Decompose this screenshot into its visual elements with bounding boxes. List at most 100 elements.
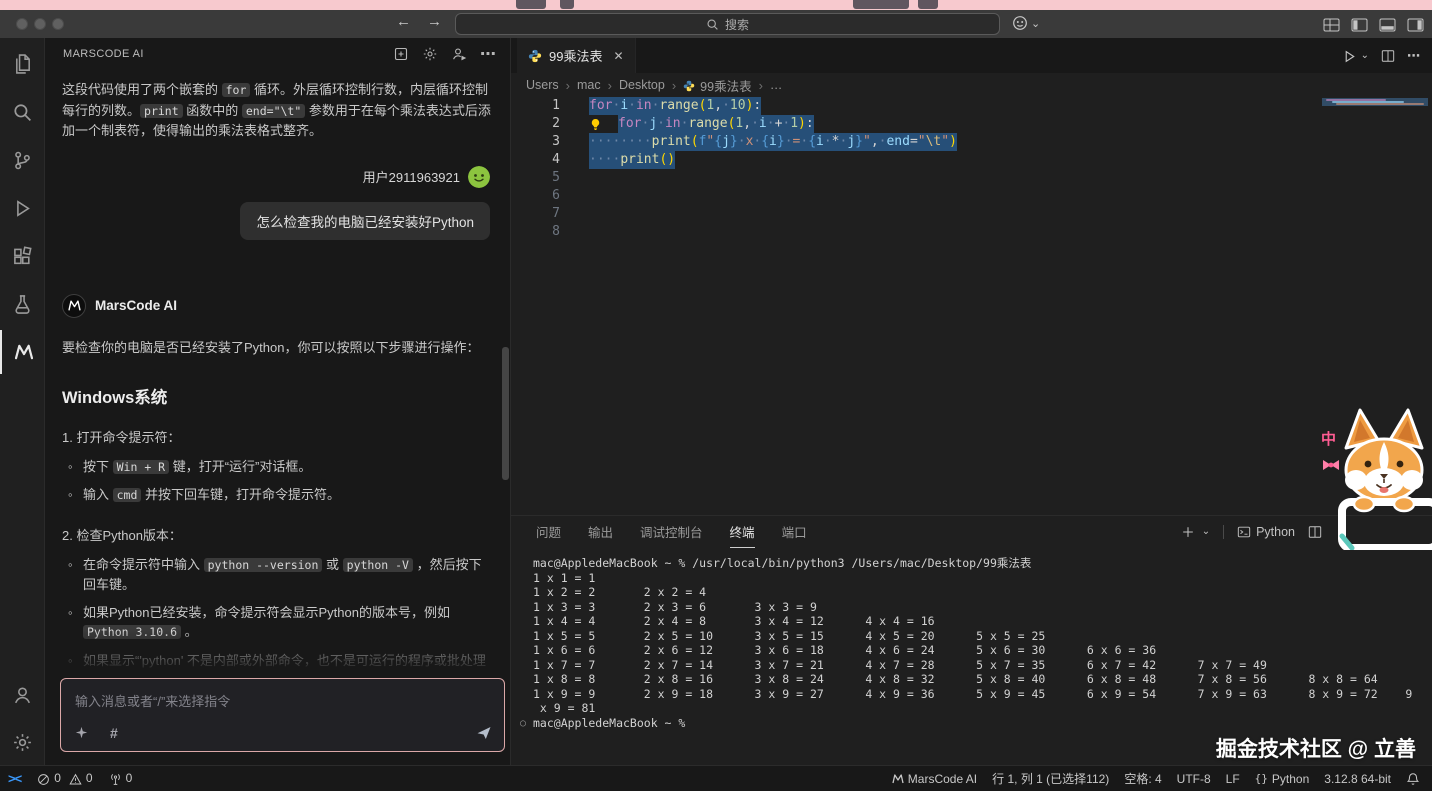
user-avatar [468,166,490,188]
breadcrumb-item[interactable]: … [770,78,783,92]
panel-tab-3[interactable]: 调试控制台 [640,516,703,548]
chat-input-box[interactable]: 输入消息或者“/”来选择指令 # [60,678,505,752]
encoding[interactable]: UTF-8 [1177,772,1211,786]
terminal-line: 1 x 6 = 6 2 x 6 = 12 3 x 6 = 18 4 x 6 = … [533,643,1432,658]
run-debug-icon[interactable] [0,186,45,230]
panel-tab-2[interactable]: 输出 [588,516,613,548]
send-icon[interactable] [476,724,492,742]
panel-tab-4[interactable]: 终端 [730,516,755,548]
activity-bar [0,38,45,765]
indentation[interactable]: 空格: 4 [1124,770,1161,787]
window-controls[interactable] [16,18,64,30]
code-line-6[interactable]: 6 [511,187,1432,205]
code-line-4[interactable]: 4····print() [511,151,1432,169]
code-line-5[interactable]: 5 [511,169,1432,187]
extensions-icon[interactable] [0,234,45,278]
cursor-position[interactable]: 行 1, 列 1 (已选择112) [992,770,1109,787]
run-dropdown-icon[interactable]: ⌄ [1361,50,1369,61]
panel-tab-1[interactable]: 问题 [536,516,561,548]
customize-layout-icon[interactable] [1323,16,1340,34]
breadcrumb-separator: › [759,78,763,93]
breadcrumb-item[interactable]: mac [577,78,601,92]
terminal-output[interactable]: mac@AppledeMacBook ~ % /usr/local/bin/py… [511,548,1432,730]
breadcrumb-separator: › [566,78,570,93]
tab-99乘法表[interactable]: 99乘法表 ✕ [517,38,636,73]
code-line-7[interactable]: 7 [511,205,1432,223]
ai-name: MarsCode AI [95,298,177,313]
minimize-window-icon[interactable] [34,18,46,30]
breadcrumb-item[interactable]: Desktop [619,78,665,92]
marscode-icon[interactable] [0,330,45,374]
user-message-bubble: 怎么检查我的电脑已经安装好Python [240,202,490,240]
new-terminal-icon[interactable] [1181,525,1195,540]
chevron-down-icon: ⌄ [1031,17,1040,30]
sidebar-scrollbar[interactable] [502,347,509,480]
code-line-3[interactable]: 3········print(f"{j}·x·{i}·=·{i·*·j}",·e… [511,133,1432,151]
heading-windows: Windows系统 [62,384,494,408]
terminal-line: 1 x 1 = 1 [533,571,1432,586]
context-hash-icon[interactable]: # [110,725,118,741]
settings-gear-icon[interactable] [0,720,45,764]
profile-menu[interactable]: ⌄ [1012,15,1040,31]
toggle-primary-sidebar-icon[interactable] [1351,16,1368,34]
explorer-icon[interactable] [0,42,45,86]
new-chat-icon[interactable] [393,45,409,63]
quick-command-icon[interactable] [75,724,88,742]
python-file-icon [683,78,695,92]
toggle-secondary-sidebar-icon[interactable] [1407,16,1424,34]
split-editor-icon[interactable] [1381,48,1395,64]
terminal-line: 1 x 8 = 8 2 x 8 = 16 3 x 8 = 24 4 x 8 = … [533,672,1432,687]
terminal-line: 1 x 2 = 2 2 x 2 = 4 [533,585,1432,600]
account-share-icon[interactable] [451,45,467,63]
marscode-sidebar: MARSCODE AI ⋯ 这段代码使用了两个嵌套的 for 循环。外层循环控制… [45,38,511,765]
zoom-window-icon[interactable] [52,18,64,30]
close-tab-icon[interactable]: ✕ [613,49,623,63]
panel-tab-5[interactable]: 端口 [782,516,807,548]
code-line-1[interactable]: 1for·i·in·range(1,·10): [511,97,1432,115]
language-label: Python [1272,772,1309,786]
marscode-status[interactable]: MarsCode AI [892,772,977,786]
problems-status[interactable]: 0 0 [37,771,92,785]
eol-sequence[interactable]: LF [1226,772,1240,786]
code-editor[interactable]: 1for·i·in·range(1,·10):2for·j·in·range(1… [511,97,1432,515]
toggle-panel-icon[interactable] [1379,16,1396,34]
search-icon [706,17,719,31]
lightbulb-icon[interactable] [589,118,602,131]
editor-more-icon[interactable]: ⋯ [1407,48,1420,64]
radio-tower-icon [109,771,122,785]
vscode-window: ← → 搜索 ⌄ MARSCODE AI [0,0,1432,791]
language-mode[interactable]: {} Python [1255,772,1310,786]
command-center-search[interactable]: 搜索 [455,13,1000,35]
panel-header: 问题输出调试控制台终端端口 ⌄ Python [511,516,1432,548]
minimap[interactable] [1322,97,1432,515]
go-forward-icon[interactable]: → [427,13,442,30]
account-icon[interactable] [0,673,45,717]
python-interpreter[interactable]: 3.12.8 64-bit [1324,772,1391,786]
bullet-item: 如果Python已经安装，命令提示符会显示Python的版本号，例如 Pytho… [68,603,494,643]
source-control-icon[interactable] [0,138,45,182]
ports-count: 0 [126,771,133,785]
split-terminal-icon[interactable] [1308,525,1322,540]
step1-bullets: 按下 Win + R 键，打开“运行”对话框。输入 cmd 并按下回车键，打开命… [68,457,494,506]
chat-settings-gear-icon[interactable] [422,45,438,63]
remote-indicator[interactable]: >< [8,771,21,786]
search-icon[interactable] [0,90,45,134]
panel-tabs: 问题输出调试控制台终端端口 [536,516,834,548]
notifications-bell-icon[interactable] [1406,772,1420,786]
close-window-icon[interactable] [16,18,28,30]
breadcrumb-item[interactable]: 99乘法表 [700,76,751,95]
user-name: 用户2911963921 [363,167,460,186]
code-line-8[interactable]: 8 [511,223,1432,241]
go-back-icon[interactable]: ← [396,13,411,30]
ports-status[interactable]: 0 [109,771,133,785]
terminal-dropdown-icon[interactable]: ⌄ [1202,526,1210,537]
more-actions-icon[interactable]: ⋯ [480,44,496,64]
overlay-fragment [560,0,574,9]
terminal-line: mac@AppledeMacBook ~ % /usr/local/bin/py… [533,556,1432,571]
code-line-2[interactable]: 2for·j·in·range(1,·i·+·1): [511,115,1432,133]
testing-icon[interactable] [0,282,45,326]
terminal-instance-label[interactable]: Python [1256,525,1295,539]
watermark: 掘金技术社区 @ 立善 [1216,733,1416,763]
breadcrumb-item[interactable]: Users [526,78,559,92]
run-file-icon[interactable] [1342,47,1357,63]
